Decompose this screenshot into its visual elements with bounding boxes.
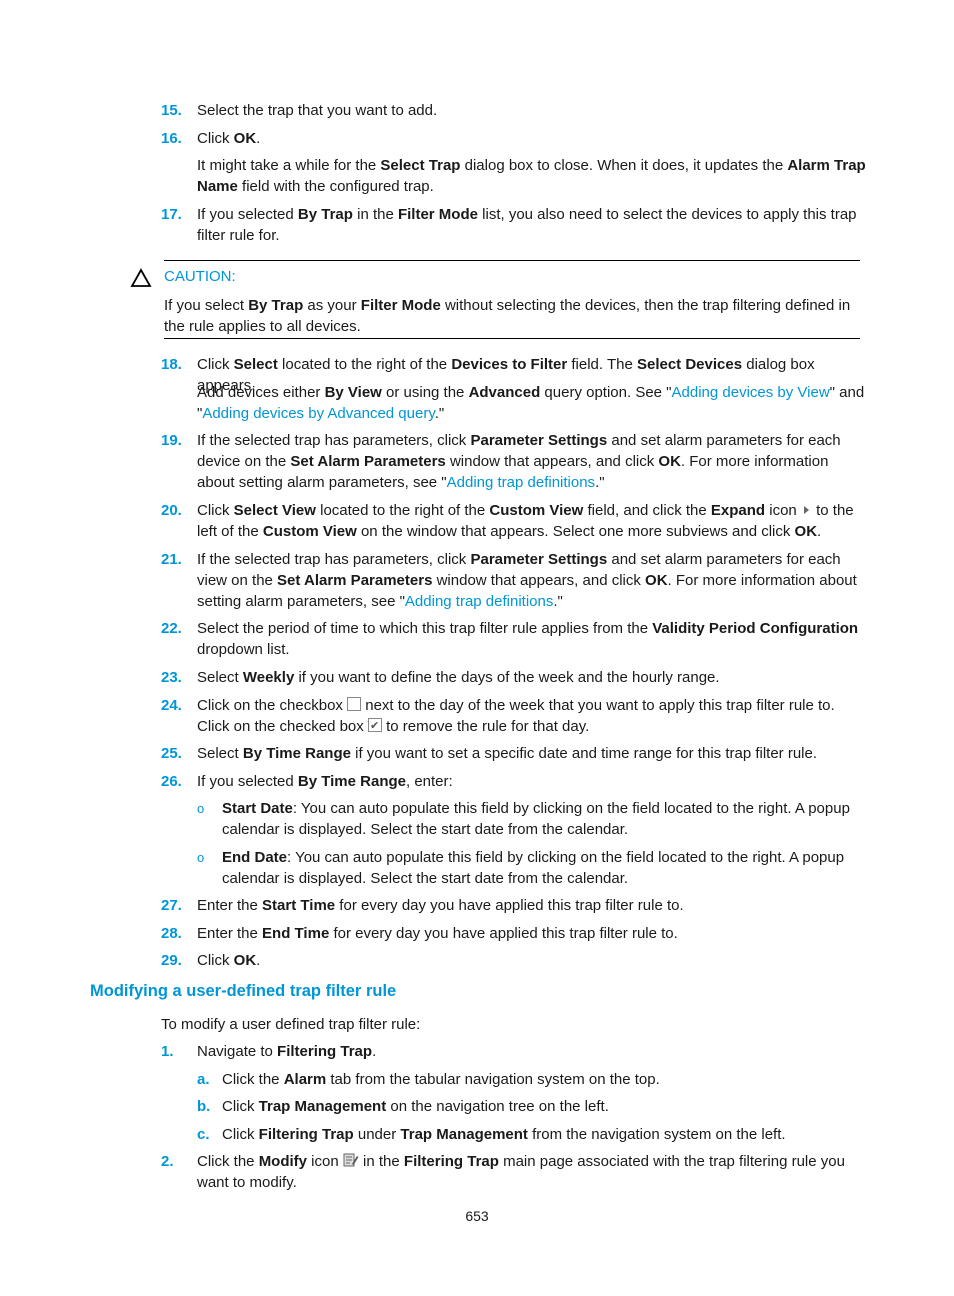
caution-bottom-rule — [164, 338, 860, 339]
step-text: Select By Time Range if you want to set … — [197, 745, 818, 762]
bold-term: Alarm Trap Name — [197, 157, 866, 195]
checked-checkbox-icon — [367, 716, 382, 737]
bold-term: Custom View — [262, 523, 357, 540]
step-text: Click on the checkbox next to the day of… — [197, 695, 866, 737]
bold-term: By Trap — [248, 297, 304, 314]
bold-term: End Time — [262, 925, 330, 942]
step-text: Select the trap that you want to add. — [197, 102, 438, 119]
bold-term: Select View — [233, 502, 316, 519]
bold-term: Alarm — [283, 1071, 327, 1088]
bold-term: Devices to Filter — [451, 356, 568, 373]
step-16-note: It might take a while for the Select Tra… — [197, 157, 866, 195]
bold-term: Trap Management — [400, 1126, 528, 1143]
step-22: 22. Select the period of time to which t… — [161, 618, 866, 660]
bold-term: Advanced — [468, 384, 541, 401]
bold-term: Modify — [258, 1153, 308, 1170]
bold-term: Validity Period Configuration — [652, 620, 859, 637]
step-text: If you selected By Trap in the Filter Mo… — [197, 206, 857, 244]
step-text: If the selected trap has parameters, cli… — [197, 551, 857, 610]
step-text: Enter the End Time for every day you hav… — [197, 925, 678, 942]
step-text: If you selected By Time Range, enter: — [197, 773, 453, 790]
bold-term: Parameter Settings — [470, 432, 608, 449]
start-date-bullet: o Start Date: You can auto populate this… — [197, 800, 850, 838]
modify-icon — [343, 1153, 359, 1167]
bold-term: Start Time — [262, 897, 336, 914]
modify-substep-c: c. Click Filtering Trap under Trap Manag… — [197, 1126, 786, 1143]
bold-term: OK — [794, 523, 818, 540]
bold-term: Start Date — [222, 800, 293, 817]
bold-term: Select Devices — [636, 356, 743, 373]
bold-term: OK — [233, 952, 257, 969]
step-text: Select the period of time to which this … — [197, 620, 859, 658]
modify-step-1: 1. Navigate to Filtering Trap. — [161, 1041, 866, 1062]
step-20: 20. Click Select View located to the rig… — [161, 500, 866, 542]
bold-term: Filter Mode — [360, 297, 441, 314]
step-16: 16. Click OK. — [161, 128, 866, 149]
step-text: Click Select View located to the right o… — [197, 502, 854, 540]
bold-term: Set Alarm Parameters — [290, 453, 446, 470]
caution-label: CAUTION: — [164, 268, 236, 285]
checkbox-icon — [347, 697, 362, 711]
bold-term: Filtering Trap — [258, 1126, 354, 1143]
page-number: 653 — [465, 1208, 489, 1224]
cross-reference-link[interactable]: Adding devices by View — [672, 384, 830, 401]
step-24: 24. Click on the checkbox next to the da… — [161, 695, 866, 737]
bold-term: OK — [658, 453, 681, 470]
bold-term: Select Trap — [380, 157, 461, 174]
step-21: 21. If the selected trap has parameters,… — [161, 549, 866, 612]
step-26: 26. If you selected By Time Range, enter… — [161, 771, 866, 792]
modify-substep-b: b. Click Trap Management on the navigati… — [197, 1098, 609, 1115]
bold-term: Filtering Trap — [277, 1043, 373, 1060]
bold-term: Parameter Settings — [470, 551, 608, 568]
step-27: 27. Enter the Start Time for every day y… — [161, 895, 866, 916]
caution-text: If you select By Trap as your Filter Mod… — [164, 297, 851, 335]
step-19: 19. If the selected trap has parameters,… — [161, 430, 866, 493]
end-date-bullet: o End Date: You can auto populate this f… — [197, 849, 845, 887]
bold-term: By Trap — [297, 206, 353, 223]
expand-icon — [803, 506, 809, 514]
cross-reference-link[interactable]: Adding trap definitions — [405, 593, 553, 610]
bold-term: Custom View — [489, 502, 584, 519]
step-17: 17. If you selected By Trap in the Filte… — [161, 204, 866, 246]
bold-term: Filter Mode — [397, 206, 478, 223]
step-28: 28. Enter the End Time for every day you… — [161, 923, 866, 944]
bold-term: Select — [233, 356, 278, 373]
bold-term: Weekly — [242, 669, 295, 686]
step-23: 23. Select Weekly if you want to define … — [161, 667, 866, 688]
bold-term: By View — [324, 384, 382, 401]
modify-substep-a: a. Click the Alarm tab from the tabular … — [197, 1071, 660, 1088]
warning-triangle-icon — [130, 268, 152, 287]
modify-step-2: 2. Click the Modify icon in the Filterin… — [161, 1151, 866, 1193]
bold-term: By Time Range — [297, 773, 406, 790]
bold-term: Set Alarm Parameters — [277, 572, 433, 589]
caution-top-rule — [164, 260, 860, 261]
step-15: 15. Select the trap that you want to add… — [161, 100, 866, 121]
bold-term: OK — [233, 130, 257, 147]
step-29: 29. Click OK. — [161, 950, 866, 971]
bold-term: OK — [645, 572, 668, 589]
step-text: If the selected trap has parameters, cli… — [197, 432, 841, 491]
step-25: 25. Select By Time Range if you want to … — [161, 743, 866, 764]
bold-term: Expand — [710, 502, 766, 519]
cross-reference-link[interactable]: Adding trap definitions — [447, 474, 595, 491]
step-text: Click OK. — [197, 952, 261, 969]
step-text: Enter the Start Time for every day you h… — [197, 897, 684, 914]
step-text: Navigate to Filtering Trap. — [197, 1043, 377, 1060]
step-text: Click the Modify icon in the Filtering T… — [197, 1153, 845, 1191]
bold-term: Filtering Trap — [403, 1153, 499, 1170]
bold-term: By Time Range — [242, 745, 351, 762]
cross-reference-link[interactable]: Adding devices by Advanced query — [202, 405, 434, 422]
section-intro: To modify a user defined trap filter rul… — [161, 1016, 421, 1033]
bold-term: Trap Management — [258, 1098, 387, 1115]
section-heading: Modifying a user-defined trap filter rul… — [90, 982, 397, 1000]
step-text: Click OK. — [197, 130, 261, 147]
bold-term: End Date — [222, 849, 288, 866]
step-18-note: Add devices either By View or using the … — [197, 384, 865, 422]
step-text: Select Weekly if you want to define the … — [197, 669, 720, 686]
